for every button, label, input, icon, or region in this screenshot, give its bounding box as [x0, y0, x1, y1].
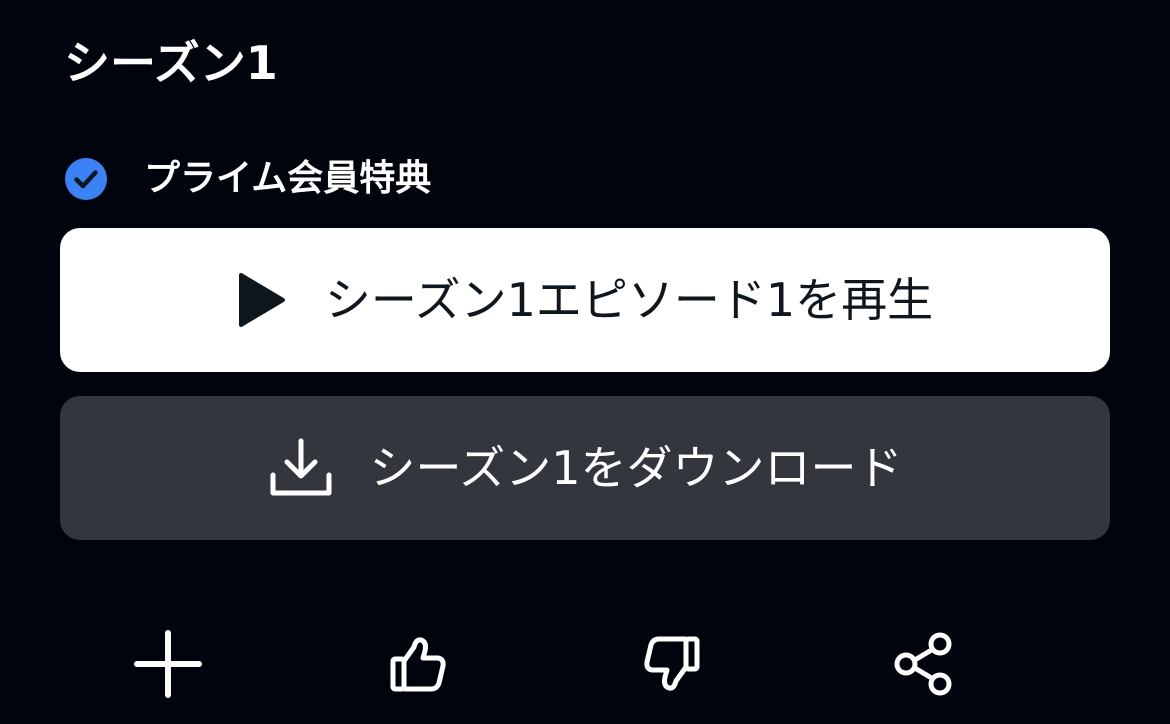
thumbs-down-icon — [644, 636, 700, 691]
download-icon — [270, 438, 332, 496]
download-season-button[interactable]: シーズン1をダウンロード — [60, 396, 1110, 540]
prime-benefit-label: プライム会員特典 — [144, 158, 432, 199]
play-icon — [238, 273, 285, 327]
dislike-button[interactable] — [634, 626, 710, 702]
share-icon — [894, 632, 952, 696]
play-episode-label: シーズン1エピソード1を再生 — [324, 273, 934, 327]
plus-icon — [134, 630, 202, 698]
season-title: シーズン1 — [64, 36, 278, 90]
prime-benefit-row: プライム会員特典 — [64, 156, 431, 202]
add-to-watchlist-button[interactable] — [130, 626, 206, 702]
play-episode-button[interactable]: シーズン1エピソード1を再生 — [60, 228, 1110, 372]
check-circle-icon — [65, 158, 107, 200]
action-bar — [0, 626, 1170, 702]
download-season-label: シーズン1をダウンロード — [369, 441, 903, 495]
share-button[interactable] — [886, 626, 962, 702]
like-button[interactable] — [380, 626, 456, 702]
thumbs-up-icon — [390, 637, 446, 692]
